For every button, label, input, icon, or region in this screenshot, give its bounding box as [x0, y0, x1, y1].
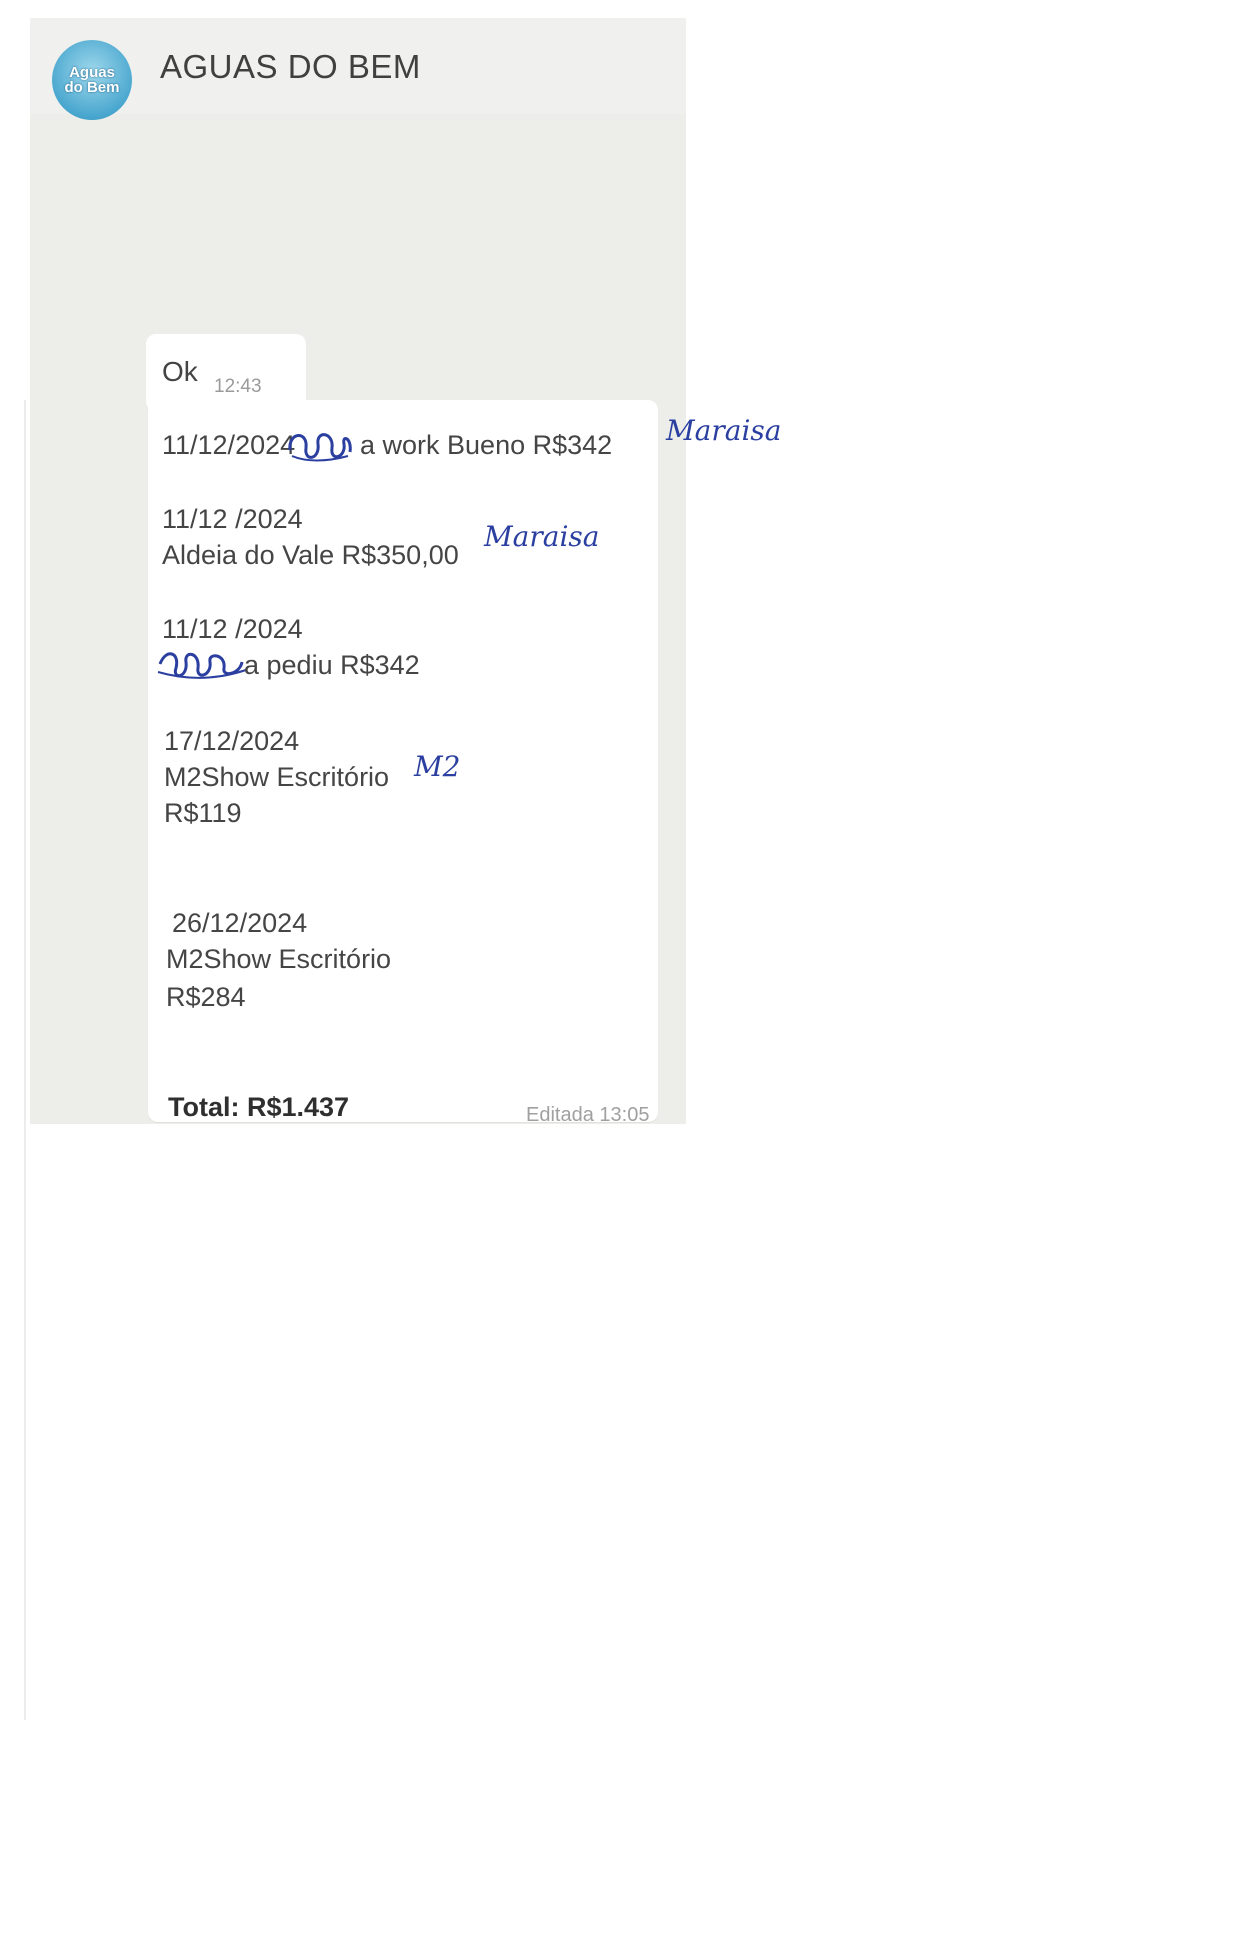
avatar-text-line2: do Bem — [64, 79, 120, 96]
chat-window: Aguas do Bem AGUAS DO BEM Ok 12:43 11/12… — [30, 18, 686, 1126]
scribble-redaction-1 — [288, 433, 352, 462]
order-3-date: 11/12 /2024 — [162, 614, 303, 644]
total-amount: Total: R$1.437 — [168, 1092, 350, 1122]
edited-timestamp: Editada 13:05 — [526, 1104, 650, 1126]
order-2-date: 11/12 /2024 — [162, 504, 303, 534]
handwritten-note-1: Maraisa — [666, 414, 782, 447]
message-text: Ok — [162, 356, 198, 387]
scribble-redaction-2 — [157, 652, 247, 679]
order-1-date: 11/12/2024 — [162, 430, 296, 460]
order-4-date: 17/12/2024 — [164, 726, 300, 756]
order-3-desc: a pediu R$342 — [244, 650, 420, 680]
order-4-desc: M2Show Escritório — [164, 762, 390, 792]
scan-edge — [24, 400, 26, 1720]
contact-name[interactable]: AGUAS DO BEM — [160, 48, 421, 86]
order-5-value: R$284 — [166, 982, 246, 1012]
avatar-text-line1: Aguas — [69, 64, 115, 81]
message-bubble-orders[interactable]: 11/12/2024 a work Bueno R$342 11/12 /202… — [148, 400, 658, 1126]
order-4-value: R$119 — [164, 798, 242, 828]
handwritten-note-3: M2 — [414, 750, 461, 783]
chat-header[interactable]: Aguas do Bem AGUAS DO BEM — [30, 18, 686, 120]
order-1-desc: a work Bueno R$342 — [360, 430, 613, 460]
contact-avatar[interactable]: Aguas do Bem — [52, 40, 132, 120]
handwritten-note-2: Maraisa — [484, 520, 600, 553]
order-2-desc: Aldeia do Vale R$350,00 — [162, 540, 459, 570]
order-5-desc: M2Show Escritório — [166, 944, 392, 974]
message-time: 12:43 — [214, 376, 262, 397]
order-5-date: 26/12/2024 — [172, 908, 308, 938]
